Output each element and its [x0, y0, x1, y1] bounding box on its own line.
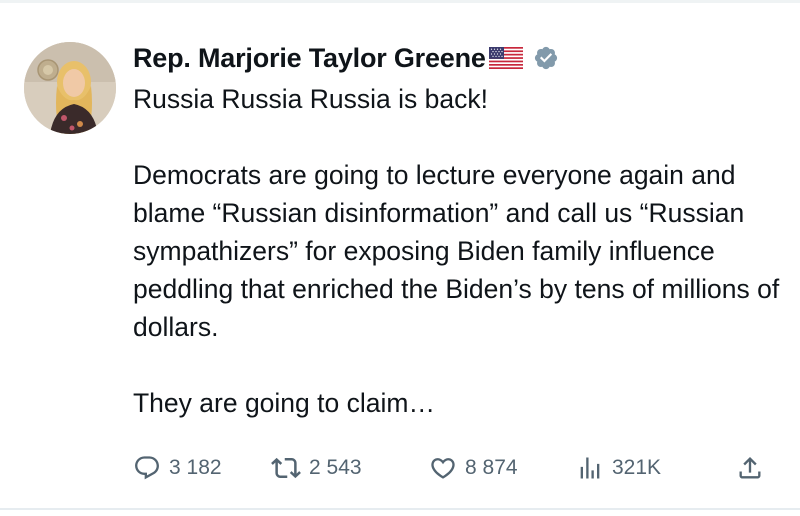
- post-header: Rep. Marjorie Taylor Greene: [133, 38, 559, 78]
- heart-icon: [431, 458, 455, 479]
- post-paragraph: Russia Russia Russia is back!: [133, 84, 488, 114]
- post-text: Russia Russia Russia is back! Democrats …: [133, 80, 793, 422]
- views-button[interactable]: 321K: [576, 448, 661, 488]
- like-button[interactable]: 8 874: [429, 448, 518, 488]
- repost-count: 2 543: [309, 456, 362, 479]
- like-count: 8 874: [465, 456, 518, 479]
- post-paragraph: They are going to claim…: [133, 388, 435, 418]
- avatar-image: [24, 42, 116, 134]
- bottom-divider: [0, 508, 800, 510]
- views-count: 321K: [612, 456, 662, 479]
- reply-icon: [135, 456, 159, 480]
- action-bar: 3 182 2 543 8 874 321K: [133, 448, 783, 488]
- author-name[interactable]: Rep. Marjorie Taylor Greene: [133, 43, 486, 74]
- reply-button[interactable]: 3 182: [133, 448, 222, 488]
- share-button[interactable]: [736, 448, 764, 488]
- share-icon: [739, 457, 761, 479]
- reply-count: 3 182: [169, 456, 222, 479]
- avatar[interactable]: [24, 42, 116, 134]
- verified-badge-icon[interactable]: [533, 45, 559, 71]
- post: Rep. Marjorie Taylor Greene Russia Russi…: [0, 0, 800, 516]
- repost-button[interactable]: 2 543: [271, 448, 362, 488]
- top-divider: [0, 0, 800, 3]
- views-chart-icon: [580, 457, 600, 479]
- us-flag-icon: [488, 47, 523, 69]
- repost-icon: [271, 457, 301, 479]
- post-paragraph: Democrats are going to lecture everyone …: [133, 160, 780, 342]
